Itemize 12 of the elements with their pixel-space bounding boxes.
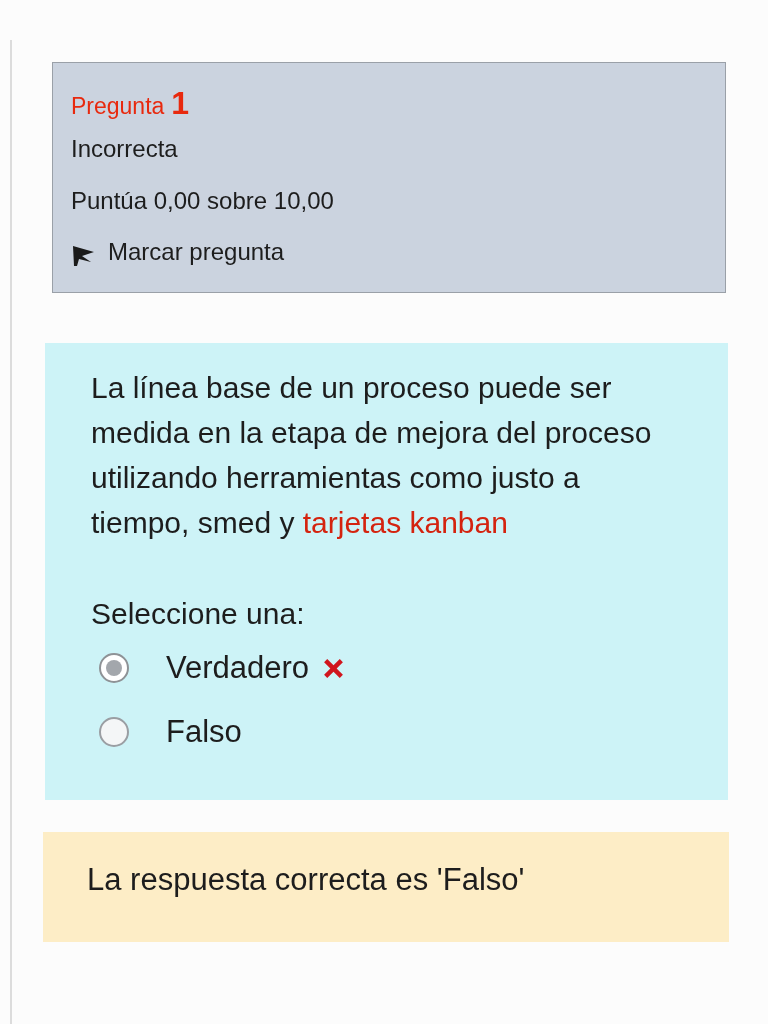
correct-answer-text: La respuesta correcta es 'Falso' — [87, 862, 526, 898]
flag-icon — [71, 245, 95, 267]
question-status: Incorrecta — [71, 134, 179, 164]
radio-button[interactable] — [99, 717, 129, 747]
radio-button[interactable] — [99, 653, 129, 683]
flag-question-link[interactable]: Marcar pregunta — [71, 227, 725, 277]
select-prompt: Seleccione una: — [91, 596, 306, 632]
option-label: Falso — [166, 714, 242, 750]
question-text: La línea base de un proceso puede ser medida en la etapa de mejora del proceso utilizando herramientas como justo a tiempo, smed y tarjetas kanban — [91, 370, 653, 541]
option-label: Verdadero — [166, 650, 310, 686]
question-number: Pregunta 1 — [71, 85, 191, 123]
grade-text: Puntúa 0,00 sobre 10,00 — [71, 186, 335, 216]
